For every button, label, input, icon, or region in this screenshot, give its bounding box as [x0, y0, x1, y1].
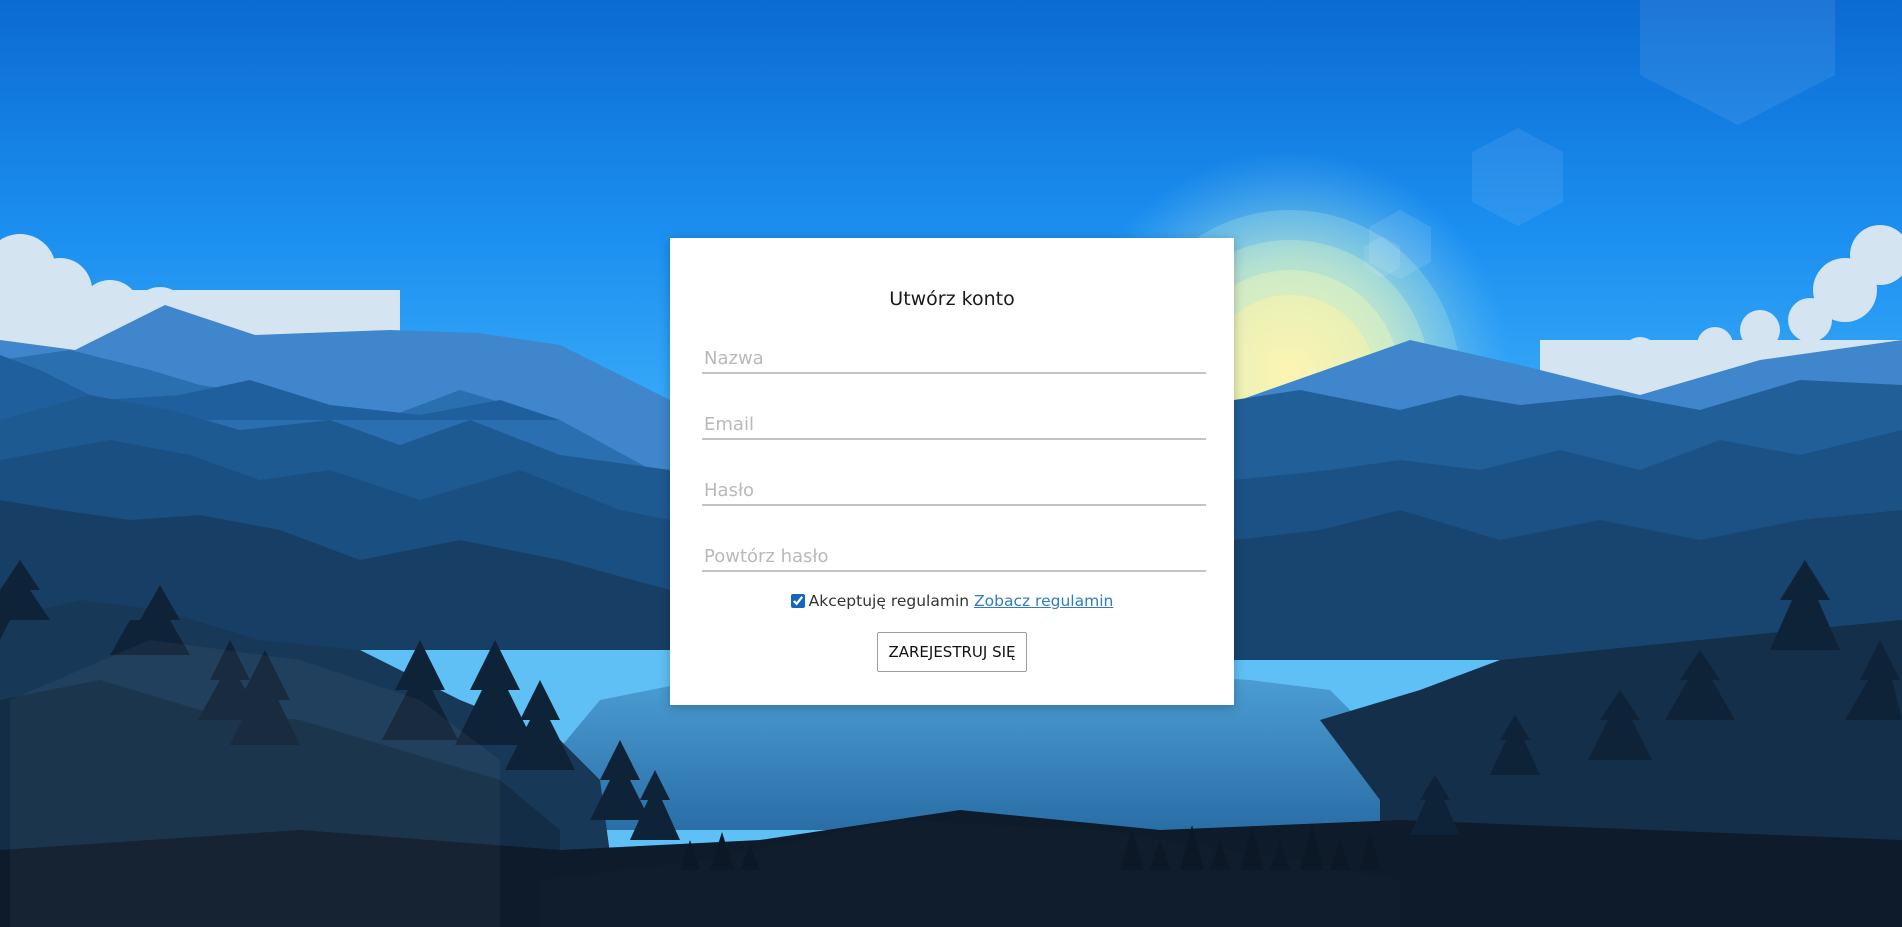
register-button[interactable]: ZAREJESTRUJ SIĘ [877, 632, 1027, 672]
register-form-card: Utwórz konto Akceptuję regulamin Zobacz … [670, 238, 1234, 705]
terms-label: Akceptuję regulamin [808, 592, 970, 610]
email-input[interactable] [702, 410, 1206, 440]
password-input[interactable] [702, 476, 1206, 506]
repeat-password-input[interactable] [702, 542, 1206, 572]
terms-row: Akceptuję regulamin Zobacz regulamin [670, 592, 1234, 610]
name-input[interactable] [702, 344, 1206, 374]
terms-link[interactable]: Zobacz regulamin [974, 592, 1113, 610]
form-title: Utwórz konto [889, 288, 1015, 310]
terms-checkbox[interactable] [790, 594, 805, 608]
